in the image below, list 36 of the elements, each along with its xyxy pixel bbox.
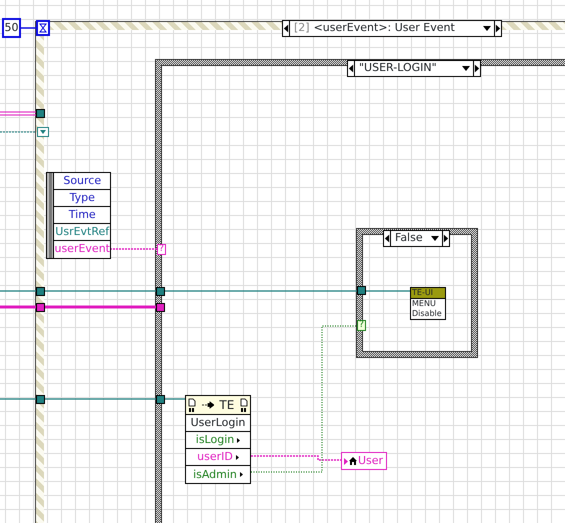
event-icon — [37, 127, 49, 137]
field-label: isAdmin — [193, 466, 237, 482]
tunnel — [156, 395, 165, 404]
increment-arrow-icon — [473, 61, 480, 76]
event-data-field: Source — [54, 173, 110, 190]
tunnel — [36, 109, 45, 118]
wire — [110, 248, 157, 250]
numeric-constant: 50 — [2, 18, 21, 38]
tunnel — [357, 286, 366, 295]
event-data-field: Type — [54, 190, 110, 207]
event-data-field: UsrEvtRef — [54, 224, 110, 241]
wire — [20, 27, 36, 29]
arrow-icon — [202, 401, 214, 409]
case-selector: False — [383, 230, 450, 247]
wire — [0, 114, 36, 116]
field-label: isLogin — [196, 432, 234, 448]
type-name: UserLogin — [186, 415, 250, 432]
output-terminal-icon — [236, 454, 239, 460]
event-data-field: userEvent — [54, 241, 110, 258]
field-label: userID — [197, 449, 233, 465]
case-selector: "USER-LOGIN" — [347, 60, 481, 77]
house-icon — [349, 457, 357, 465]
output-terminal-icon — [240, 472, 243, 477]
decrement-arrow-icon — [384, 231, 391, 246]
cluster-name: TE — [219, 397, 234, 413]
decrement-arrow-icon — [348, 61, 355, 76]
subvi-node: TE-UI MENU Disable — [410, 287, 446, 320]
tunnel — [36, 395, 45, 404]
event-name: <userEvent>: User Event — [314, 21, 455, 34]
hourglass-icon — [36, 20, 50, 36]
local-variable: User — [341, 452, 388, 470]
event-data-field: Time — [54, 207, 110, 224]
increment-arrow-icon — [442, 231, 449, 246]
output-terminal-icon — [237, 438, 240, 442]
triangle-icon — [344, 458, 348, 464]
event-index: [2] — [294, 21, 310, 34]
